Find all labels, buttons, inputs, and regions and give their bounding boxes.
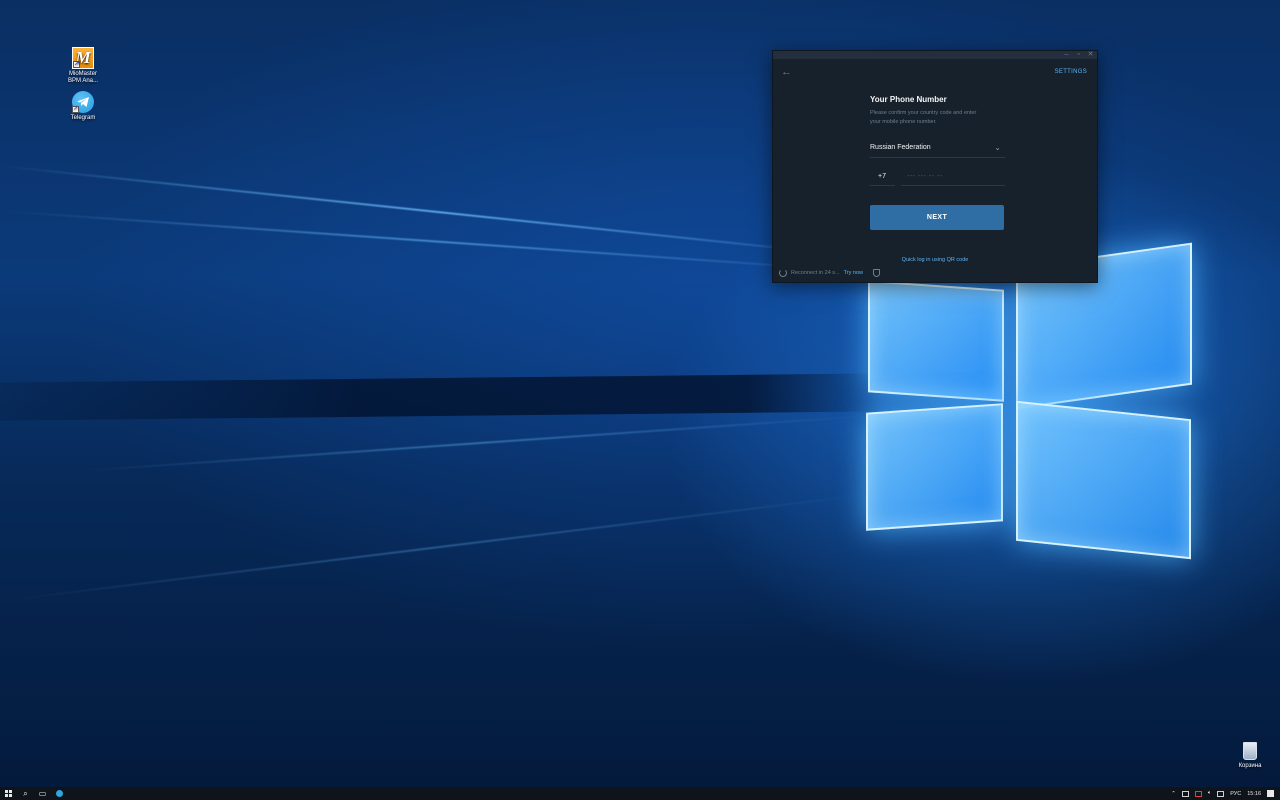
volume-icon[interactable]: 🔈︎ <box>1208 790 1211 797</box>
telegram-icon <box>56 790 63 797</box>
shield-icon[interactable] <box>872 269 880 277</box>
search-button[interactable]: ⌕ <box>17 787 34 800</box>
start-button[interactable] <box>0 787 17 800</box>
battery-icon[interactable] <box>1181 790 1189 797</box>
windows-logo-icon <box>5 790 12 797</box>
desktop-icon-label: Корзина <box>1238 763 1262 769</box>
windows-logo-pane-top-left <box>868 280 1004 402</box>
miomaster-app-icon: M ↗ <box>72 47 94 69</box>
minimize-button[interactable]: – <box>1063 51 1070 59</box>
settings-link[interactable]: SETTINGS <box>1055 69 1087 75</box>
desktop-icon-label: Telegram <box>70 115 96 121</box>
close-button[interactable]: ✕ <box>1087 51 1094 59</box>
loading-spinner-icon <box>779 269 787 277</box>
form-title: Your Phone Number <box>870 95 947 104</box>
chevron-up-icon[interactable]: ⌃ <box>1171 791 1176 797</box>
desktop-icon-label: BPM Ana... <box>67 78 98 84</box>
connection-status: Reconnect in 24 s... Try now <box>779 269 880 277</box>
notification-icon[interactable] <box>1267 790 1274 797</box>
telegram-app-icon: ↗ <box>72 91 94 113</box>
next-button[interactable]: NEXT <box>870 205 1004 230</box>
country-code-input[interactable]: +7 <box>870 168 895 186</box>
search-icon: ⌕ <box>23 788 28 798</box>
clock[interactable]: 15:16 <box>1247 791 1261 797</box>
light-beam <box>0 210 878 274</box>
shortcut-arrow-icon: ↗ <box>72 106 79 113</box>
task-view-button[interactable]: ▭ <box>34 787 51 800</box>
recycle-bin-icon <box>1243 742 1257 760</box>
keyboard-icon[interactable] <box>1217 790 1225 797</box>
taskbar: ⌕ ▭ ⌃ 🔈︎ РУС 15:16 <box>0 787 1280 800</box>
shadow-band <box>0 373 880 421</box>
light-beam <box>79 414 879 472</box>
desktop-icon-recycle-bin[interactable]: Корзина <box>1232 742 1268 769</box>
form-description: Please confirm your country code and ent… <box>870 110 977 125</box>
system-tray: ⌃ 🔈︎ РУС 15:16 <box>1171 787 1274 800</box>
network-icon[interactable] <box>1194 790 1202 797</box>
desktop-icon-telegram[interactable]: ↗ Telegram <box>55 91 111 122</box>
task-view-icon: ▭ <box>38 789 47 798</box>
window-titlebar[interactable]: – ▫ ✕ <box>773 51 1097 59</box>
chevron-down-icon: ⌄ <box>994 143 1001 152</box>
light-beam <box>0 165 876 259</box>
windows-logo-pane-bottom-left <box>866 403 1003 531</box>
phone-number-input[interactable]: --- --- -- -- <box>901 168 1005 186</box>
desktop-icon-label: MioMaster <box>68 71 97 77</box>
windows-logo-pane-bottom-right <box>1016 400 1191 560</box>
telegram-login-window: – ▫ ✕ ← SETTINGS Your Phone Number Pleas… <box>772 50 1098 283</box>
taskbar-telegram-button[interactable] <box>51 787 68 800</box>
language-indicator[interactable]: РУС <box>1230 791 1241 797</box>
maximize-button[interactable]: ▫ <box>1075 51 1082 59</box>
light-beam <box>0 492 874 602</box>
qr-login-link[interactable]: Quick log in using QR code <box>773 257 1097 263</box>
desktop-icon-miomaster[interactable]: M ↗ MioMaster BPM Ana... <box>55 47 111 85</box>
country-select[interactable]: Russian Federation ⌄ <box>870 143 1005 158</box>
back-arrow-icon[interactable]: ← <box>781 66 792 78</box>
shortcut-arrow-icon: ↗ <box>73 61 80 68</box>
phone-login-form: Your Phone Number Please confirm your co… <box>870 95 1005 230</box>
try-now-link[interactable]: Try now <box>844 270 863 276</box>
country-name: Russian Federation <box>870 144 931 151</box>
reconnect-text: Reconnect in 24 s... <box>791 270 840 276</box>
